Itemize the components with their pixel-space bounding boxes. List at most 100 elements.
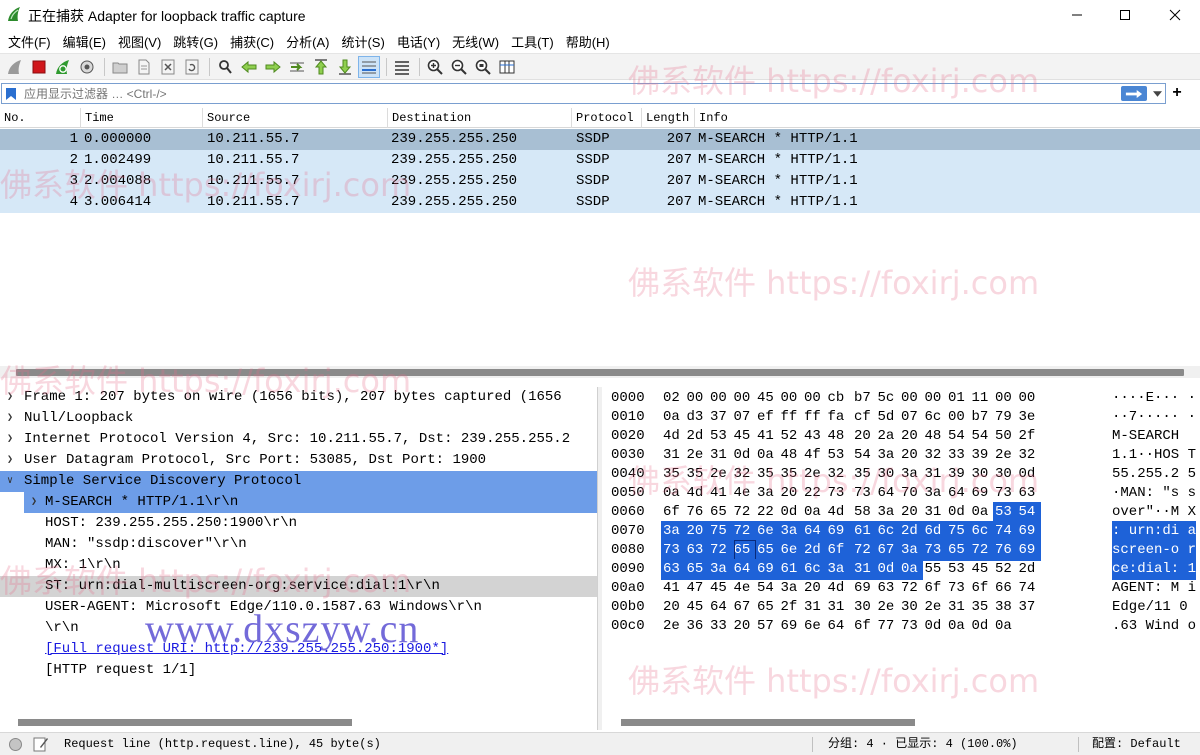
hex-byte[interactable]: 73	[828, 483, 850, 504]
hex-byte[interactable]: 35	[757, 464, 779, 485]
hex-byte[interactable]: 0a	[663, 407, 685, 428]
hex-byte[interactable]: 20	[663, 597, 685, 618]
hex-byte[interactable]: 2e	[878, 597, 900, 618]
reload-file-button[interactable]	[181, 56, 203, 78]
hex-byte[interactable]: 64	[710, 597, 732, 618]
hex-byte[interactable]: 0a	[995, 616, 1017, 637]
tree-item-mx[interactable]: MX: 1\r\n	[0, 555, 597, 576]
hex-row[interactable]: 0090 63 65 3a 64 69 61 6c 3a 31 0d 0a 55 53 45 52 2d ce:d…	[603, 559, 1200, 580]
hex-byte[interactable]: 72	[734, 521, 756, 542]
hex-byte[interactable]: 30	[854, 597, 876, 618]
hex-byte[interactable]: 45	[734, 426, 756, 447]
stop-capture-button[interactable]	[28, 56, 50, 78]
hex-byte[interactable]: 54	[854, 445, 876, 466]
hex-byte[interactable]: 65	[757, 540, 779, 561]
hex-byte[interactable]: 31	[925, 502, 947, 523]
capture-options-button[interactable]	[76, 56, 98, 78]
hex-byte[interactable]: 43	[804, 426, 826, 447]
open-file-button[interactable]	[109, 56, 131, 78]
hex-byte[interactable]: 4d	[828, 578, 850, 599]
tree-item-request-line[interactable]: ❯ M-SEARCH * HTTP/1.1\r\n	[24, 492, 597, 513]
hex-byte[interactable]: 00	[1019, 388, 1041, 409]
hex-byte[interactable]: 2e	[687, 445, 709, 466]
hex-row[interactable]: 0030 31 2e 31 0d 0a 48 4f 53 54 3a 20 32 33 39 2e 32 1.1·…	[603, 445, 1200, 466]
hex-byte[interactable]: 74	[995, 521, 1017, 542]
hex-byte[interactable]: 20	[901, 426, 923, 447]
normal-size-button[interactable]	[472, 56, 494, 78]
hex-byte[interactable]: 39	[972, 445, 994, 466]
chevron-right-icon[interactable]: ❯	[4, 387, 16, 408]
hex-byte[interactable]: 55	[925, 559, 947, 580]
hex-byte[interactable]: 36	[687, 616, 709, 637]
tree-item-st[interactable]: ST: urn:dial-multiscreen-org:service:dia…	[0, 576, 597, 597]
hex-ascii[interactable]: ····E··· ·	[1112, 388, 1196, 409]
hex-byte[interactable]: 6f	[854, 616, 876, 637]
hex-byte[interactable]: 4f	[804, 445, 826, 466]
hex-byte[interactable]: 00	[710, 388, 732, 409]
hex-byte[interactable]: 6c	[878, 521, 900, 542]
hex-byte[interactable]: 73	[948, 578, 970, 599]
colorize-button[interactable]	[391, 56, 413, 78]
hex-byte[interactable]: 11	[972, 388, 994, 409]
hex-ascii[interactable]: ··7····· ·	[1112, 407, 1196, 428]
hex-byte[interactable]: 20	[687, 521, 709, 542]
hex-byte[interactable]: 31	[663, 445, 685, 466]
hex-byte[interactable]: 72	[734, 502, 756, 523]
hex-byte[interactable]: 39	[948, 464, 970, 485]
hex-byte[interactable]: 32	[734, 464, 756, 485]
hex-byte[interactable]: 66	[995, 578, 1017, 599]
hex-byte[interactable]: 73	[925, 540, 947, 561]
hex-byte[interactable]: 53	[710, 426, 732, 447]
hex-row[interactable]: 0020 4d 2d 53 45 41 52 43 48 20 2a 20 48 54 54 50 2f M-SE…	[603, 426, 1200, 447]
minimize-button[interactable]	[1052, 0, 1102, 30]
display-filter-input[interactable]	[24, 85, 1114, 102]
hex-byte[interactable]: 72	[710, 540, 732, 561]
hex-byte[interactable]: 2e	[710, 464, 732, 485]
hex-byte[interactable]: 0d	[734, 445, 756, 466]
hex-byte[interactable]: 74	[1019, 578, 1041, 599]
packet-row[interactable]: 3 2.004088 10.211.55.7 239.255.255.250 S…	[0, 171, 1200, 192]
hex-byte[interactable]: 22	[804, 483, 826, 504]
last-packet-button[interactable]	[334, 56, 356, 78]
hex-byte[interactable]: 63	[663, 559, 685, 580]
hex-byte[interactable]: 0d	[925, 616, 947, 637]
hex-byte[interactable]: 3a	[663, 521, 685, 542]
hex-byte[interactable]: 3a	[828, 559, 850, 580]
hex-byte[interactable]: 4e	[734, 483, 756, 504]
tree-item-crlf[interactable]: \r\n	[0, 618, 597, 639]
column-header-time[interactable]: Time	[81, 108, 203, 128]
hex-byte[interactable]: 3e	[1019, 407, 1041, 428]
hex-byte[interactable]: 67	[734, 597, 756, 618]
hex-byte[interactable]: 6f	[925, 578, 947, 599]
hex-byte[interactable]: 61	[781, 559, 803, 580]
hex-byte[interactable]: 3a	[757, 483, 779, 504]
hex-byte[interactable]: 20	[901, 502, 923, 523]
hex-byte[interactable]: 54	[757, 578, 779, 599]
hex-row[interactable]: 0000 02 00 00 00 45 00 00 cb b7 5c 00 00 01 11 00 00 ····…	[603, 388, 1200, 409]
hex-byte[interactable]: 65	[757, 597, 779, 618]
column-header-destination[interactable]: Destination	[388, 108, 572, 128]
hex-byte[interactable]: 31	[925, 464, 947, 485]
hex-byte[interactable]: 70	[901, 483, 923, 504]
pane-splitter[interactable]	[597, 387, 602, 730]
menu-telephony[interactable]: 电话(Y)	[391, 30, 446, 52]
hex-byte[interactable]: 37	[710, 407, 732, 428]
hex-ascii[interactable]: 55.255.2 5	[1112, 464, 1196, 485]
column-header-info[interactable]: Info	[695, 108, 1200, 128]
hex-byte[interactable]: 4e	[734, 578, 756, 599]
hex-byte[interactable]: 76	[687, 502, 709, 523]
maximize-button[interactable]	[1100, 0, 1150, 30]
tree-item-full-request-uri[interactable]: [Full request URI: http://239.255.255.25…	[0, 639, 597, 660]
hex-byte[interactable]: 20	[901, 445, 923, 466]
hex-byte[interactable]: 35	[663, 464, 685, 485]
packet-row[interactable]: 4 3.006414 10.211.55.7 239.255.255.250 S…	[0, 192, 1200, 213]
hex-byte[interactable]: 33	[948, 445, 970, 466]
tree-item-udp[interactable]: ❯ User Datagram Protocol, Src Port: 5308…	[0, 450, 597, 471]
hex-byte[interactable]: 2e	[925, 597, 947, 618]
hex-byte[interactable]: 0d	[972, 616, 994, 637]
go-forward-button[interactable]	[262, 56, 284, 78]
hex-byte[interactable]: 07	[901, 407, 923, 428]
packet-row[interactable]: 1 0.000000 10.211.55.7 239.255.255.250 S…	[0, 129, 1200, 150]
hex-byte[interactable]: 69	[828, 521, 850, 542]
hex-ascii[interactable]: .63 Wind o	[1112, 616, 1196, 637]
